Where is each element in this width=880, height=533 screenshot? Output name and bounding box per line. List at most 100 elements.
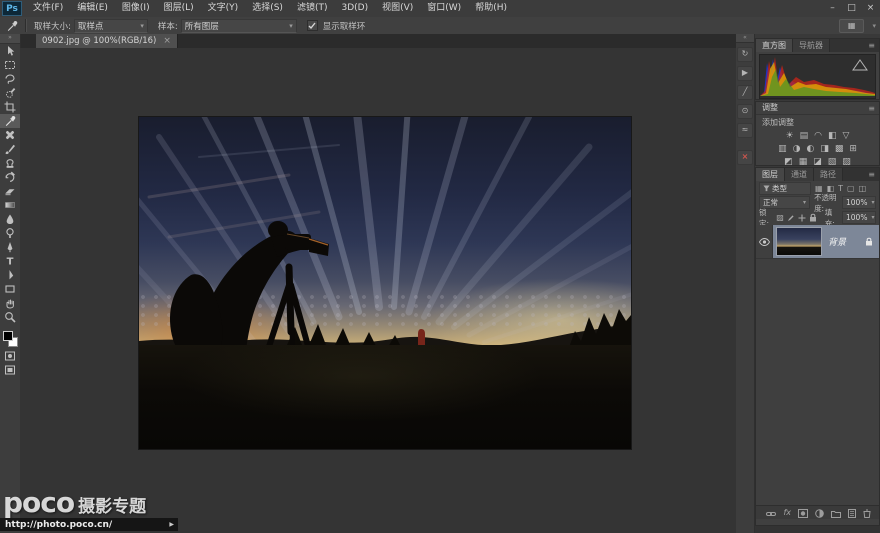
new-group-icon[interactable]: [831, 503, 841, 522]
lock-transparency-icon[interactable]: ▨: [776, 213, 784, 222]
filter-smart-objects-icon[interactable]: ◫: [859, 184, 867, 193]
menu-item-window[interactable]: 窗口(W): [420, 0, 468, 17]
character-panel-icon[interactable]: ≈: [737, 123, 753, 138]
new-adjustment-layer-icon[interactable]: [815, 503, 824, 522]
dock-collapse-button[interactable]: «: [736, 34, 754, 43]
tab-layers[interactable]: 图层: [756, 168, 785, 181]
clone-stamp-tool-button[interactable]: [0, 156, 20, 170]
menu-item-3d[interactable]: 3D(D): [334, 0, 375, 17]
workspace-button[interactable]: ▦: [839, 19, 865, 33]
lock-pixels-icon[interactable]: [787, 214, 795, 222]
curves-icon[interactable]: ◠: [814, 131, 822, 141]
document-tab[interactable]: 0902.jpg @ 100%(RGB/16) ×: [36, 34, 178, 48]
new-layer-icon[interactable]: [848, 503, 856, 522]
foreground-color-swatch[interactable]: [3, 331, 13, 341]
brush-tool-button[interactable]: [0, 142, 20, 156]
link-layers-icon[interactable]: [766, 503, 776, 522]
menu-item-view[interactable]: 视图(V): [375, 0, 420, 17]
type-tool-button[interactable]: T: [0, 254, 20, 268]
show-ring-checkbox[interactable]: [307, 20, 318, 31]
sample-select[interactable]: 所有图层 ▾: [181, 19, 297, 33]
posterize-icon[interactable]: ▦: [799, 157, 808, 167]
photo-filter-icon[interactable]: ◨: [820, 144, 829, 154]
maximize-button[interactable]: □: [842, 0, 861, 17]
filter-shape-layers-icon[interactable]: ▢: [847, 184, 855, 193]
tab-close-icon[interactable]: ×: [163, 36, 171, 46]
minimize-button[interactable]: –: [823, 0, 842, 17]
delete-layer-icon[interactable]: [863, 503, 871, 522]
close-panel-icon[interactable]: ×: [737, 150, 753, 165]
lock-position-icon[interactable]: [798, 214, 806, 222]
clone-source-panel-icon[interactable]: ⊙: [737, 104, 753, 119]
history-brush-tool-button[interactable]: [0, 170, 20, 184]
color-lookup-icon[interactable]: ⊞: [849, 144, 857, 154]
layer-visibility-toggle[interactable]: [756, 225, 773, 258]
eraser-tool-button[interactable]: [0, 184, 20, 198]
opacity-field[interactable]: 100% ▾: [842, 196, 876, 209]
menu-item-edit[interactable]: 编辑(E): [70, 0, 115, 17]
sample-size-select[interactable]: 取样点 ▾: [74, 19, 148, 33]
menu-item-select[interactable]: 选择(S): [245, 0, 290, 17]
rectangle-tool-button[interactable]: [0, 282, 20, 296]
quick-selection-tool-button[interactable]: [0, 86, 20, 100]
photo-document[interactable]: [138, 116, 632, 450]
panel-menu-icon[interactable]: ≡: [868, 102, 879, 114]
blur-tool-button[interactable]: [0, 212, 20, 226]
tab-channels[interactable]: 通道: [785, 168, 814, 181]
add-layer-mask-icon[interactable]: [798, 503, 808, 522]
color-balance-icon[interactable]: ◑: [793, 144, 801, 154]
layer-style-icon[interactable]: fx: [783, 508, 791, 518]
menu-item-file[interactable]: 文件(F): [26, 0, 70, 17]
vibrance-icon[interactable]: ▽: [843, 131, 850, 141]
marquee-tool-button[interactable]: [0, 58, 20, 72]
menu-item-help[interactable]: 帮助(H): [468, 0, 514, 17]
eyedropper-tool-button[interactable]: [0, 114, 20, 128]
lasso-tool-button[interactable]: [0, 72, 20, 86]
hue-saturation-icon[interactable]: ▥: [778, 144, 787, 154]
screen-mode-button[interactable]: [0, 363, 20, 377]
menu-item-layer[interactable]: 图层(L): [157, 0, 201, 17]
brush-panel-icon[interactable]: ╱: [737, 85, 753, 100]
brightness-contrast-icon[interactable]: ☀: [786, 131, 794, 141]
exposure-icon[interactable]: ◧: [828, 131, 837, 141]
move-tool-button[interactable]: [0, 44, 20, 58]
gradient-tool-button[interactable]: [0, 198, 20, 212]
lock-all-icon[interactable]: [809, 213, 817, 222]
crop-tool-button[interactable]: [0, 100, 20, 114]
tab-histogram[interactable]: 直方图: [756, 39, 793, 52]
layer-filter-select[interactable]: 类型: [759, 182, 811, 195]
panel-dock: « ↻ ▶ ╱ ⊙ ≈ × 直方图 导航器 ≡: [736, 34, 880, 533]
levels-icon[interactable]: ▤: [800, 131, 809, 141]
menu-item-filter[interactable]: 滤镜(T): [290, 0, 335, 17]
threshold-icon[interactable]: ◪: [813, 157, 822, 167]
status-arrow-icon[interactable]: ▶: [169, 521, 174, 528]
tab-navigator[interactable]: 导航器: [793, 39, 830, 52]
toolbar-collapse-button[interactable]: »: [0, 34, 20, 44]
layer-selected-area[interactable]: 背景: [773, 225, 879, 258]
black-white-icon[interactable]: ◐: [806, 144, 814, 154]
actions-panel-icon[interactable]: ▶: [737, 66, 753, 81]
spot-healing-tool-button[interactable]: [0, 128, 20, 142]
gradient-map-icon[interactable]: ▧: [828, 157, 837, 167]
hand-tool-button[interactable]: [0, 296, 20, 310]
layer-thumbnail[interactable]: [776, 227, 822, 256]
history-panel-icon[interactable]: ↻: [737, 47, 753, 62]
zoom-tool-button[interactable]: [0, 310, 20, 324]
menu-item-type[interactable]: 文字(Y): [201, 0, 246, 17]
fill-field[interactable]: 100% ▾: [842, 211, 876, 224]
layer-row-background[interactable]: 背景: [756, 225, 879, 259]
quick-mask-button[interactable]: [0, 349, 20, 363]
panel-menu-icon[interactable]: ≡: [868, 168, 879, 181]
close-button[interactable]: ×: [861, 0, 880, 17]
menu-item-image[interactable]: 图像(I): [115, 0, 157, 17]
panel-menu-icon[interactable]: ≡: [868, 39, 879, 52]
chevron-down-icon[interactable]: ▾: [872, 22, 876, 30]
tab-paths[interactable]: 路径: [814, 168, 843, 181]
pen-tool-button[interactable]: [0, 240, 20, 254]
selective-color-icon[interactable]: ▨: [842, 157, 851, 167]
invert-icon[interactable]: ◩: [784, 157, 793, 167]
canvas-area[interactable]: [20, 48, 736, 533]
channel-mixer-icon[interactable]: ▩: [835, 144, 844, 154]
dodge-tool-button[interactable]: [0, 226, 20, 240]
path-selection-tool-button[interactable]: [0, 268, 20, 282]
